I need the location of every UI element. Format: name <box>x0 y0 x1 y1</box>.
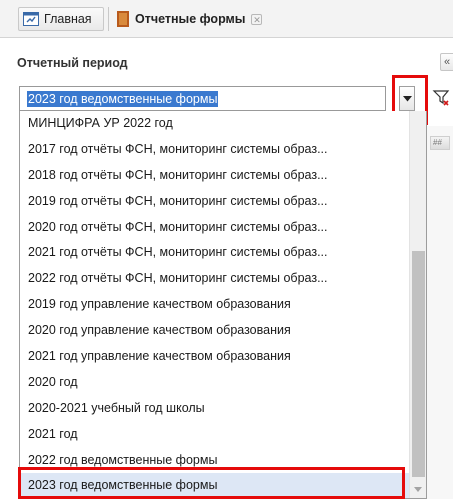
list-item[interactable]: 2022 год отчёты ФСН, мониторинг системы … <box>20 266 409 292</box>
panel-header: Отчетный период « <box>0 48 453 78</box>
list-item[interactable]: 2018 год отчёты ФСН, мониторинг системы … <box>20 163 409 189</box>
tab-bar: Главная Отчетные формы ✕ <box>0 0 453 38</box>
list-item[interactable]: 2019 год управление качеством образовани… <box>20 292 409 318</box>
scroll-thumb[interactable] <box>412 251 425 477</box>
list-item[interactable]: 2020 год <box>20 370 409 396</box>
side-mini-button[interactable]: ## <box>430 136 450 150</box>
tab-report-forms[interactable]: Отчетные формы ✕ <box>108 7 338 31</box>
highlight-frame-selected-item <box>18 467 405 499</box>
home-icon <box>23 12 39 26</box>
period-dropdown-list: МИНЦИФРА УР 2022 год 2017 год отчёты ФСН,… <box>19 111 427 499</box>
collapse-button[interactable]: « <box>440 53 453 71</box>
tab-home[interactable]: Главная <box>18 7 104 31</box>
period-combo[interactable]: 2023 год ведомственные формы <box>19 86 386 111</box>
list-item[interactable]: 2017 год отчёты ФСН, мониторинг системы … <box>20 137 409 163</box>
list-item[interactable]: 2021 год управление качеством образовани… <box>20 344 409 370</box>
clear-filter-button[interactable] <box>432 88 452 108</box>
list-item[interactable]: 2019 год отчёты ФСН, мониторинг системы … <box>20 189 409 215</box>
list-item[interactable]: 2021 год отчёты ФСН, мониторинг системы … <box>20 240 409 266</box>
side-strip <box>426 126 453 499</box>
close-icon[interactable]: ✕ <box>251 13 263 25</box>
tab-home-label: Главная <box>44 12 92 26</box>
list-item[interactable]: 2021 год <box>20 422 409 448</box>
app-root: Главная Отчетные формы ✕ Отчетный период… <box>0 0 453 499</box>
list-item[interactable]: 2020-2021 учебный год школы <box>20 396 409 422</box>
list-item[interactable]: 2020 год отчёты ФСН, мониторинг системы … <box>20 215 409 241</box>
filter-clear-icon <box>432 90 450 106</box>
tab-report-forms-label: Отчетные формы <box>135 12 246 26</box>
list-item[interactable]: МИНЦИФРА УР 2022 год <box>20 111 409 137</box>
period-options: МИНЦИФРА УР 2022 год 2017 год отчёты ФСН,… <box>20 111 409 498</box>
scroll-down-arrow-icon[interactable] <box>414 487 422 492</box>
forms-icon <box>117 11 129 27</box>
dropdown-scrollbar[interactable] <box>409 111 426 498</box>
panel-title: Отчетный период <box>17 56 128 70</box>
period-combo-value[interactable]: 2023 год ведомственные формы <box>27 91 219 107</box>
list-item[interactable]: 2020 год управление качеством образовани… <box>20 318 409 344</box>
